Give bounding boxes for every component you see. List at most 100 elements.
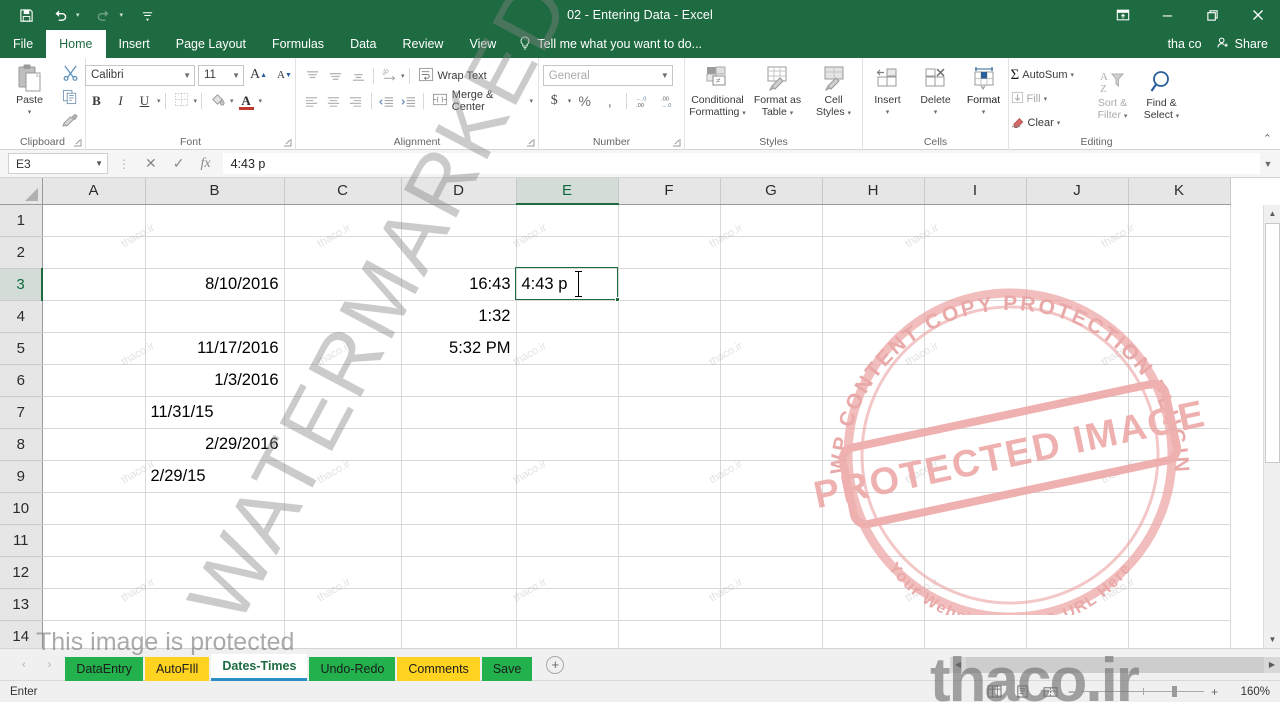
collapse-ribbon-button[interactable]: ⌃ — [1263, 132, 1272, 145]
select-all-button[interactable] — [0, 178, 43, 205]
cell-K3[interactable] — [1128, 268, 1231, 301]
cell-K14[interactable] — [1128, 620, 1231, 648]
cell-D3[interactable]: 16:43 — [401, 268, 517, 301]
align-right-button[interactable] — [345, 90, 366, 112]
cell-B1[interactable] — [145, 204, 285, 237]
previous-sheet-icon[interactable]: ‹ — [22, 659, 26, 671]
cell-A4[interactable] — [42, 300, 146, 333]
column-header-j[interactable]: J — [1026, 178, 1129, 205]
cell-B9[interactable]: 2/29/15 — [145, 460, 285, 493]
cell-H1[interactable] — [822, 204, 925, 237]
name-box[interactable]: E3 ▼ — [8, 153, 108, 174]
underline-button[interactable]: U — [133, 90, 156, 112]
borders-button[interactable] — [170, 90, 193, 112]
cell-B2[interactable] — [145, 236, 285, 269]
align-bottom-button[interactable] — [347, 65, 369, 87]
cell-E1[interactable] — [516, 204, 619, 237]
font-size-combo[interactable]: 11 ▼ — [198, 64, 244, 86]
sheet-tab-undo-redo[interactable]: Undo-Redo — [309, 656, 396, 681]
tab-file[interactable]: File — [0, 30, 47, 58]
cell-I10[interactable] — [924, 492, 1027, 525]
cell-G1[interactable] — [720, 204, 823, 237]
conditional-formatting-dropdown-icon[interactable]: ▾ — [742, 110, 746, 117]
cell-I8[interactable] — [924, 428, 1027, 461]
fill-color-dropdown-icon[interactable]: ▾ — [230, 97, 234, 105]
cell-H7[interactable] — [822, 396, 925, 429]
cell-B3[interactable]: 8/10/2016 — [145, 268, 285, 301]
zoom-out-button[interactable]: − — [1068, 685, 1075, 699]
cell-A9[interactable] — [42, 460, 146, 493]
cell-C14[interactable] — [284, 620, 402, 648]
format-as-table-dropdown-icon[interactable]: ▾ — [790, 110, 794, 117]
undo-icon[interactable] — [50, 5, 70, 25]
cell-A6[interactable] — [42, 364, 146, 397]
sort-filter-button[interactable]: AZ Sort & Filter ▾ — [1090, 64, 1136, 122]
row-header-12[interactable]: 12 — [0, 556, 43, 589]
sheet-tab-save[interactable]: Save — [481, 656, 533, 681]
delete-cells-button[interactable]: Delete ▾ — [913, 61, 959, 118]
column-header-h[interactable]: H — [822, 178, 925, 205]
cell-B6[interactable]: 1/3/2016 — [145, 364, 285, 397]
cell-A1[interactable] — [42, 204, 146, 237]
cell-K2[interactable] — [1128, 236, 1231, 269]
column-header-k[interactable]: K — [1128, 178, 1231, 205]
font-color-dropdown-icon[interactable]: ▾ — [259, 97, 263, 105]
row-header-7[interactable]: 7 — [0, 396, 43, 429]
vertical-scrollbar[interactable]: ▲ ▼ — [1263, 205, 1280, 648]
confirm-entry-button[interactable]: ✓ — [173, 155, 185, 172]
cell-H4[interactable] — [822, 300, 925, 333]
cell-C11[interactable] — [284, 524, 402, 557]
cell-D12[interactable] — [401, 556, 517, 589]
cell-B14[interactable] — [145, 620, 285, 648]
autosum-button[interactable]: Σ AutoSum ▾ — [1008, 64, 1086, 86]
cell-A11[interactable] — [42, 524, 146, 557]
align-left-button[interactable] — [301, 90, 322, 112]
cell-G5[interactable] — [720, 332, 823, 365]
insert-cells-dropdown-icon[interactable]: ▾ — [886, 107, 890, 119]
minimize-icon[interactable] — [1145, 0, 1190, 30]
scroll-left-icon[interactable]: ◀ — [950, 656, 966, 673]
alignment-dialog-launcher-icon[interactable] — [526, 138, 535, 147]
close-icon[interactable] — [1235, 0, 1280, 30]
format-as-table-button[interactable]: Format as Table ▾ — [749, 61, 807, 119]
cell-C10[interactable] — [284, 492, 402, 525]
cell-I6[interactable] — [924, 364, 1027, 397]
paste-button[interactable]: Paste ▾ — [4, 61, 58, 118]
bold-button[interactable]: B — [85, 90, 108, 112]
cell-C6[interactable] — [284, 364, 402, 397]
percent-button[interactable]: % — [573, 90, 596, 112]
tell-me-search[interactable]: Tell me what you want to do... — [519, 30, 702, 58]
cell-J3[interactable] — [1026, 268, 1129, 301]
cell-E12[interactable] — [516, 556, 619, 589]
cell-J7[interactable] — [1026, 396, 1129, 429]
cell-J11[interactable] — [1026, 524, 1129, 557]
cell-C3[interactable] — [284, 268, 402, 301]
cell-G13[interactable] — [720, 588, 823, 621]
cell-B8[interactable]: 2/29/2016 — [145, 428, 285, 461]
cell-F13[interactable] — [618, 588, 721, 621]
cell-J8[interactable] — [1026, 428, 1129, 461]
column-header-b[interactable]: B — [145, 178, 285, 205]
cell-C13[interactable] — [284, 588, 402, 621]
cancel-entry-button[interactable]: ✕ — [145, 155, 157, 172]
cell-J2[interactable] — [1026, 236, 1129, 269]
cell-A5[interactable] — [42, 332, 146, 365]
cell-H14[interactable] — [822, 620, 925, 648]
cell-H8[interactable] — [822, 428, 925, 461]
undo-dropdown-icon[interactable]: ▾ — [76, 11, 80, 19]
cell-H6[interactable] — [822, 364, 925, 397]
cell-F9[interactable] — [618, 460, 721, 493]
cell-J12[interactable] — [1026, 556, 1129, 589]
cell-A7[interactable] — [42, 396, 146, 429]
cell-J4[interactable] — [1026, 300, 1129, 333]
cell-B5[interactable]: 11/17/2016 — [145, 332, 285, 365]
increase-indent-button[interactable] — [398, 90, 419, 112]
cell-E8[interactable] — [516, 428, 619, 461]
decrease-font-size-button[interactable]: A ▼ — [273, 64, 296, 86]
cell-K7[interactable] — [1128, 396, 1231, 429]
page-layout-view-icon[interactable] — [1014, 685, 1030, 699]
cell-G10[interactable] — [720, 492, 823, 525]
cell-K13[interactable] — [1128, 588, 1231, 621]
row-header-6[interactable]: 6 — [0, 364, 43, 397]
fill-color-button[interactable] — [206, 90, 229, 112]
